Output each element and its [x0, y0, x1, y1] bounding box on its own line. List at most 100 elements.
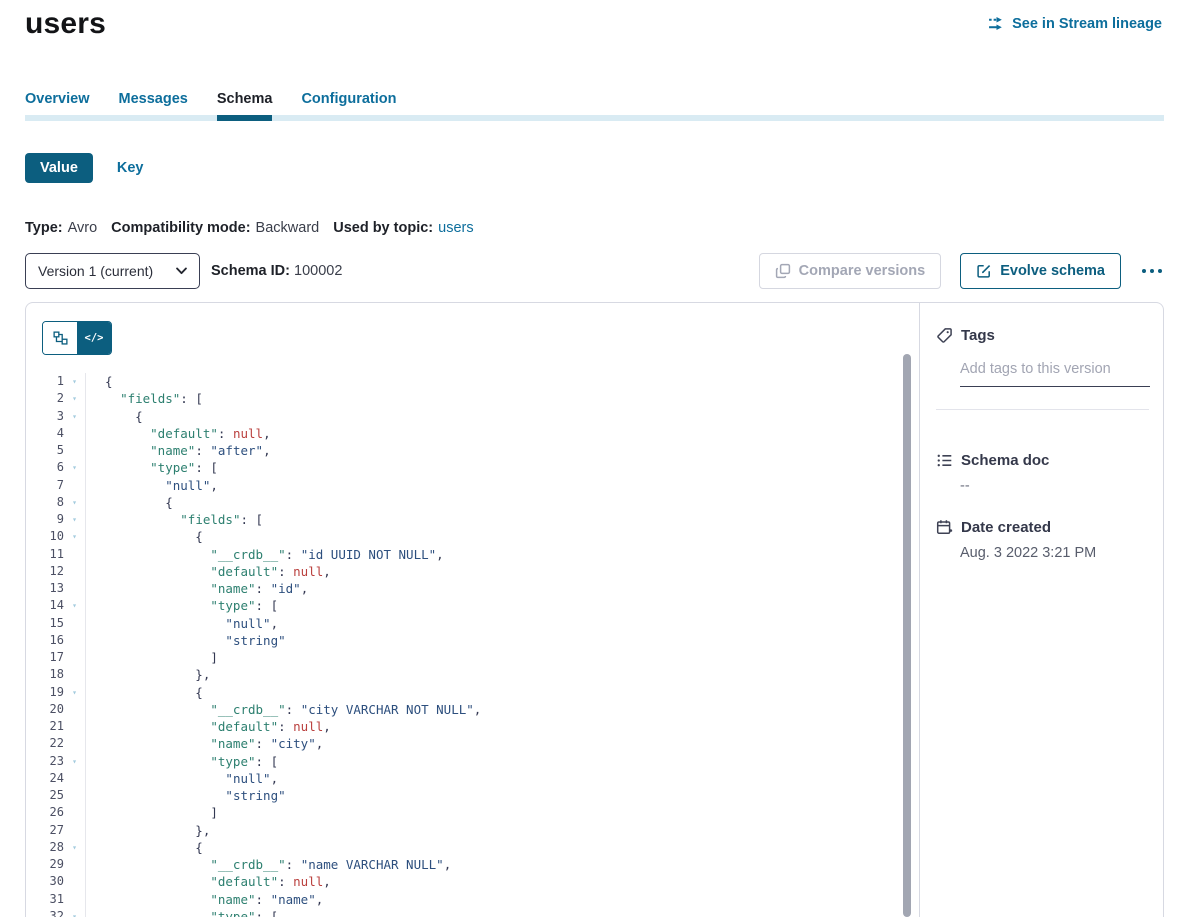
code-text: { [85, 494, 895, 511]
evolve-schema-button[interactable]: Evolve schema [960, 253, 1121, 289]
line-number: 27 [26, 822, 64, 839]
code-text: "default": null, [85, 873, 895, 890]
code-text: ] [85, 649, 895, 666]
see-in-stream-lineage-link[interactable]: See in Stream lineage [988, 15, 1162, 32]
editor-scrollbar[interactable] [903, 354, 911, 917]
fold-toggle-icon[interactable]: ▾ [64, 597, 85, 614]
fold-toggle-icon[interactable]: ▾ [64, 839, 85, 856]
fold-toggle-icon[interactable]: ▾ [64, 373, 85, 390]
code-text: "__crdb__": "id UUID NOT NULL", [85, 546, 895, 563]
line-number: 14 [26, 597, 64, 614]
tab-messages[interactable]: Messages [119, 91, 188, 107]
value-tab-button[interactable]: Value [25, 153, 93, 183]
code-text: "null", [85, 615, 895, 632]
code-line: 8▾ { [26, 494, 895, 511]
line-number: 18 [26, 666, 64, 683]
fold-toggle-icon[interactable]: ▾ [64, 528, 85, 545]
code-line: 16 "string" [26, 632, 895, 649]
fold-toggle-icon[interactable]: ▾ [64, 511, 85, 528]
fold-spacer [64, 632, 85, 649]
line-number: 5 [26, 442, 64, 459]
more-options-button[interactable] [1140, 265, 1164, 277]
topic-link[interactable]: users [438, 220, 473, 236]
code-text: "null", [85, 770, 895, 787]
fold-toggle-icon[interactable]: ▾ [64, 684, 85, 701]
line-number: 26 [26, 804, 64, 821]
line-number: 4 [26, 425, 64, 442]
code-line: 31 "name": "name", [26, 891, 895, 908]
code-line: 30 "default": null, [26, 873, 895, 890]
version-dropdown[interactable]: Version 1 (current) [25, 253, 200, 289]
fold-spacer [64, 615, 85, 632]
line-number: 22 [26, 735, 64, 752]
code-line: 20 "__crdb__": "city VARCHAR NOT NULL", [26, 701, 895, 718]
line-number: 10 [26, 528, 64, 545]
key-tab-button[interactable]: Key [117, 160, 144, 176]
fold-spacer [64, 477, 85, 494]
tab-schema[interactable]: Schema [217, 91, 273, 107]
code-text: "fields": [ [85, 390, 895, 407]
fold-toggle-icon[interactable]: ▾ [64, 753, 85, 770]
code-text: "default": null, [85, 718, 895, 735]
code-line: 12 "default": null, [26, 563, 895, 580]
line-number: 1 [26, 373, 64, 390]
line-number: 25 [26, 787, 64, 804]
fold-toggle-icon[interactable]: ▾ [64, 494, 85, 511]
code-text: }, [85, 666, 895, 683]
lineage-link-label: See in Stream lineage [1012, 16, 1162, 32]
fold-toggle-icon[interactable]: ▾ [64, 390, 85, 407]
code-text: "__crdb__": "city VARCHAR NOT NULL", [85, 701, 895, 718]
code-line: 21 "default": null, [26, 718, 895, 735]
code-view-button[interactable]: </> [77, 322, 111, 354]
schema-meta-row: Type: Avro Compatibility mode: Backward … [25, 220, 474, 236]
used-by-topic-label: Used by topic: [333, 220, 433, 236]
code-lines[interactable]: 1▾{2▾ "fields": [3▾ {4 "default": null,5… [26, 373, 895, 917]
code-line: 3▾ { [26, 408, 895, 425]
code-text: "default": null, [85, 563, 895, 580]
compare-versions-button[interactable]: Compare versions [759, 253, 942, 289]
fold-spacer [64, 856, 85, 873]
tab-configuration[interactable]: Configuration [301, 91, 396, 107]
stream-lineage-icon [988, 15, 1005, 32]
line-number: 11 [26, 546, 64, 563]
compatibility-label: Compatibility mode: [111, 220, 250, 236]
code-text: "name": "id", [85, 580, 895, 597]
code-text: "null", [85, 477, 895, 494]
fold-spacer [64, 718, 85, 735]
code-text: "name": "name", [85, 891, 895, 908]
tag-icon [936, 327, 953, 344]
code-line: 14▾ "type": [ [26, 597, 895, 614]
version-dropdown-value: Version 1 (current) [38, 263, 176, 279]
evolve-schema-label: Evolve schema [1000, 263, 1105, 279]
line-number: 17 [26, 649, 64, 666]
code-view-icon: </> [85, 332, 104, 344]
fold-toggle-icon[interactable]: ▾ [64, 408, 85, 425]
code-line: 13 "name": "id", [26, 580, 895, 597]
add-tags-input[interactable] [960, 361, 1150, 387]
fold-spacer [64, 666, 85, 683]
line-number: 29 [26, 856, 64, 873]
line-number: 31 [26, 891, 64, 908]
fold-spacer [64, 649, 85, 666]
evolve-schema-icon [976, 263, 992, 279]
line-number: 30 [26, 873, 64, 890]
tab-overview[interactable]: Overview [25, 91, 90, 107]
fold-spacer [64, 804, 85, 821]
line-number: 23 [26, 753, 64, 770]
code-line: 17 ] [26, 649, 895, 666]
code-text: { [85, 373, 895, 390]
schema-id: Schema ID: 100002 [211, 253, 342, 289]
fold-spacer [64, 822, 85, 839]
schema-doc-icon [936, 452, 953, 469]
fold-toggle-icon[interactable]: ▾ [64, 459, 85, 476]
code-line: 29 "__crdb__": "name VARCHAR NULL", [26, 856, 895, 873]
chevron-down-icon [176, 267, 187, 275]
line-number: 19 [26, 684, 64, 701]
fold-spacer [64, 425, 85, 442]
compare-versions-label: Compare versions [799, 263, 926, 279]
code-line: 9▾ "fields": [ [26, 511, 895, 528]
code-text: "__crdb__": "name VARCHAR NULL", [85, 856, 895, 873]
tree-view-button[interactable] [43, 322, 77, 354]
schema-id-value: 100002 [294, 263, 342, 279]
schema-sidebar: Tags Schema doc -- [919, 303, 1163, 917]
